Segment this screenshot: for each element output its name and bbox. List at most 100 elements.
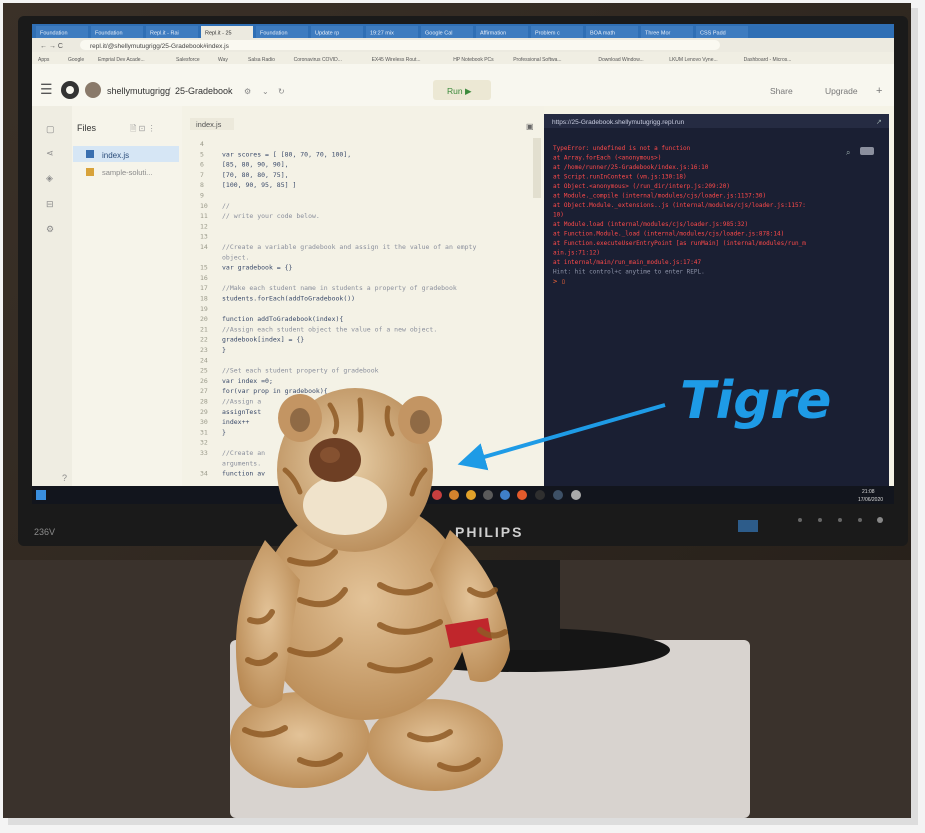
code-line: var scores = [ [80, 70, 70, 100], [222,150,351,158]
line-number: 24 [200,356,208,364]
editor-scrollbar[interactable] [533,138,541,198]
line-number: 9 [200,192,204,200]
line-number: 17 [200,284,208,292]
bookmark-item[interactable]: Apps [38,57,50,63]
new-file-icon[interactable]: 🗎 ⊡ ⋮ [130,124,156,133]
nav-back-icon[interactable]: ← → C [40,43,63,50]
line-number: 7 [200,171,204,179]
bookmark-item[interactable]: EX45 Wireless Rout... [372,57,421,63]
open-external-icon[interactable]: ↗ [876,119,882,126]
bookmark-item[interactable]: Google [68,57,84,63]
code-line: //Make each student name in students a p… [222,284,457,292]
console-error-line: 10) [553,212,564,219]
clear-console-icon[interactable] [860,147,874,155]
bookmark-item[interactable]: Emprial Dev Acade... [98,57,145,63]
upgrade-button[interactable]: Upgrade [825,86,858,96]
bookmark-item[interactable]: Way [218,57,228,63]
hamburger-menu-icon[interactable]: ☰ [40,81,53,97]
console-error-line: TypeError: undefined is not a function [553,145,691,152]
repl-project[interactable]: 25-Gradebook [175,86,233,96]
start-icon[interactable] [36,490,46,500]
console-error-line: at /home/runner/25-Gradebook/index.js:16… [553,164,709,171]
line-number: 30 [200,418,208,426]
code-line: assignTest [222,408,261,416]
line-number: 22 [200,336,208,344]
code-line: object. [222,253,249,261]
bookmark-item[interactable]: Download Window... [598,57,643,63]
screen: Foundation Foundation Repl.it - Rai Repl.it… [32,24,894,504]
code-line: //Create an [222,449,265,457]
line-number: 8 [200,181,204,189]
share-button[interactable]: Share [770,86,793,96]
code-line: [70, 80, 80, 75], [222,171,289,179]
line-number: 10 [200,202,208,210]
console-prompt[interactable]: > ▯ [553,278,566,286]
browser-tab-label: CSS Padd [700,31,726,37]
line-number: 33 [200,449,208,457]
avatar[interactable] [85,82,101,98]
tiger-muzzle [303,475,387,535]
bookmark-item[interactable]: LKUM Lenovo Vyne... [669,57,717,63]
code-line: index++ [222,418,249,426]
bookmark-item[interactable]: Professional Softwa... [513,57,561,63]
files-panel [72,106,182,486]
format-icon[interactable]: ▣ [526,122,534,131]
bookmark-item[interactable]: Salesforce [176,57,200,63]
line-number: 19 [200,305,208,313]
line-number: 31 [200,428,208,436]
console-error-line: at Array.forEach (<anonymous>) [553,155,661,162]
taskbar-date: 17/06/2020 [858,497,883,503]
taskbar-time: 21:08 [862,489,875,495]
energy-label [738,520,758,532]
line-number: 21 [200,325,208,333]
search-icon[interactable]: ⌕ [846,148,850,157]
taskbar [32,486,894,504]
code-line: } [222,346,226,354]
chevron-down-icon[interactable]: ⌄ [262,87,269,96]
browser-tab-label: Foundation [95,31,123,37]
icon-rail [32,106,72,486]
console-error-line: at Function.executeUserEntryPoint [as ru… [553,240,806,247]
share-node-icon[interactable]: ⋖ [46,148,54,158]
bookmark-item[interactable]: Salsa Radio [248,57,275,63]
bookmark-item[interactable]: Coronavirus COVID... [294,57,342,63]
browser-tab-label: Foundation [40,31,68,37]
browser-tab-label: Problem c [535,31,560,37]
console-error-line: at Module._compile (internal/modules/cjs… [553,193,766,200]
code-line: //Set each student property of gradebook [222,367,379,375]
help-icon[interactable]: ? [62,473,67,483]
console-url[interactable]: https://25-Gradebook.shellymutugrigg.rep… [552,119,685,126]
browser-tab-label: Update rp [315,31,339,37]
line-number: 32 [200,439,208,447]
settings-icon[interactable]: ⚙ [46,224,54,234]
browser-tab-label: Affirmation [480,31,506,37]
bookmark-item[interactable]: HP Notebook PCs [453,57,494,63]
address-bar-url: repl.it/@shellymutugrigg/25-Gradebook#in… [90,43,230,50]
database-icon[interactable]: ⊟ [46,199,54,209]
repl-user[interactable]: shellymutugrigg [107,86,170,96]
packages-icon[interactable]: ◈ [46,173,53,183]
monitor-brand: PHILIPS [455,524,523,540]
js-file-icon [86,150,94,158]
code-line: for(var prop in gradebook){ [222,387,328,395]
add-icon[interactable]: + [876,85,882,97]
line-number: 27 [200,387,208,395]
files-icon[interactable]: ▢ [46,124,55,134]
console-error-line: ain.js:71:12) [553,250,600,257]
bookmark-item[interactable]: Dashboard - Micros... [744,57,792,63]
line-number: 14 [200,243,208,251]
code-line: // write your code below. [222,212,320,220]
line-number: 12 [200,222,208,230]
file-name[interactable]: sample-soluti... [102,168,152,177]
console-error-line: at Object.Module._extensions..js (intern… [553,202,806,209]
line-number: 25 [200,367,208,375]
line-number: 16 [200,274,208,282]
gear-icon[interactable]: ⚙ [244,87,251,96]
console-hint: Hint: hit control+c anytime to enter REP… [553,269,705,276]
code-line: students.forEach(addToGradebook()) [222,295,355,303]
browser-tab-label: Repl.it - 25 [205,31,232,37]
history-icon[interactable]: ↻ [278,87,285,96]
line-number: 6 [200,161,204,169]
browser-tab-label: Three Mor [645,31,671,37]
browser-tab-label: Foundation [260,31,288,37]
